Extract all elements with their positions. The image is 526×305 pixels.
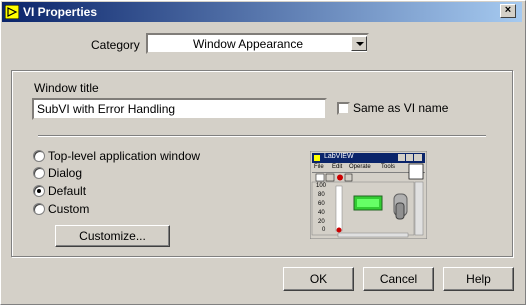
category-selected-value: Window Appearance	[192, 37, 304, 51]
help-button-label: Help	[466, 272, 491, 286]
radio-custom[interactable]	[33, 203, 45, 215]
window-title-label: Window title	[34, 81, 99, 95]
radio-top-level-label: Top-level application window	[48, 149, 201, 163]
category-dropdown[interactable]: Window Appearance	[146, 33, 369, 54]
same-as-vi-name-checkbox[interactable]	[337, 102, 350, 115]
chevron-down-icon[interactable]	[351, 36, 367, 51]
preview-scale-0: 0	[322, 227, 326, 233]
divider	[38, 135, 486, 137]
radio-default[interactable]	[33, 185, 45, 197]
cancel-button-label: Cancel	[379, 272, 418, 286]
ok-button[interactable]: OK	[283, 267, 354, 291]
preview-scale-80: 80	[318, 192, 325, 198]
radio-custom-label: Custom	[48, 202, 90, 216]
ok-button-label: OK	[309, 272, 328, 286]
preview-scale-40: 40	[318, 210, 325, 216]
radio-default-label: Default	[48, 184, 87, 198]
preview-menu-edit: Edit	[332, 164, 343, 170]
help-button[interactable]: Help	[443, 267, 514, 291]
preview-scale-100: 100	[316, 183, 327, 189]
radio-dialog-label: Dialog	[48, 166, 83, 180]
category-label: Category	[91, 38, 140, 52]
preview-scale-20: 20	[318, 219, 325, 225]
preview-menu-file: File	[314, 164, 324, 170]
radio-dialog[interactable]	[33, 167, 45, 179]
labview-vi-icon	[5, 5, 19, 19]
window-title-input[interactable]: SubVI with Error Handling	[32, 98, 327, 120]
preview-menu-operate: Operate	[349, 164, 371, 170]
close-icon: ×	[504, 4, 512, 16]
radio-top-level[interactable]	[33, 150, 45, 162]
same-as-vi-name-label: Same as VI name	[353, 101, 449, 115]
customize-button-label: Customize...	[79, 229, 146, 243]
preview-scale-60: 60	[318, 201, 325, 207]
preview-menu-tools: Tools	[381, 164, 396, 170]
preview-window-title: LabVIEW	[324, 153, 354, 160]
customize-button[interactable]: Customize...	[55, 225, 170, 247]
window-title: VI Properties	[23, 5, 98, 19]
cancel-button[interactable]: Cancel	[363, 267, 434, 291]
close-button[interactable]: ×	[500, 4, 516, 18]
window-preview: LabVIEW File Edit Operate Tools 100 80 6…	[309, 150, 428, 240]
